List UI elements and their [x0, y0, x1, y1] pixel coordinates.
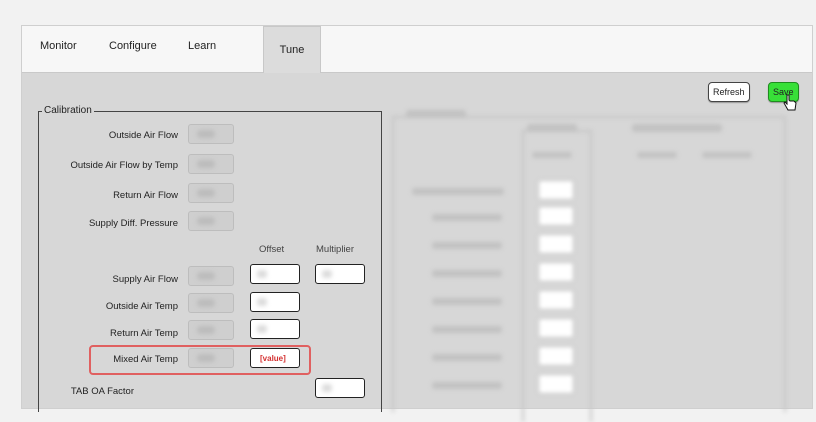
return-air-flow-value — [188, 183, 234, 203]
tab-learn[interactable]: Learn — [188, 40, 216, 52]
supply-diff-pressure-value — [188, 211, 234, 231]
outside-air-flow-value — [188, 124, 234, 144]
outside-air-flow-label: Outside Air Flow — [108, 130, 178, 141]
return-air-temp-offset-input[interactable] — [250, 319, 300, 339]
supply-air-flow-value — [188, 266, 234, 286]
supply-diff-pressure-label: Supply Diff. Pressure — [88, 218, 178, 229]
supply-air-flow-multiplier-input[interactable] — [315, 264, 365, 284]
tab-tune-label: Tune — [279, 44, 305, 56]
refresh-button[interactable]: Refresh — [708, 82, 750, 102]
supply-air-flow-label: Supply Air Flow — [112, 274, 178, 285]
mixed-air-temp-label: Mixed Air Temp — [113, 354, 178, 365]
tab-bar: Monitor Configure Learn Tune — [22, 26, 812, 73]
tab-oa-factor-label: TAB OA Factor — [70, 386, 134, 397]
mixed-air-temp-offset-value: [value] — [260, 354, 286, 363]
calibration-legend: Calibration — [42, 105, 94, 116]
offset-column-header: Offset — [259, 244, 285, 255]
return-air-flow-label: Return Air Flow — [113, 190, 178, 201]
tab-monitor[interactable]: Monitor — [40, 40, 77, 52]
tab-tune[interactable]: Tune — [263, 26, 321, 73]
outside-air-flow-by-temp-value — [188, 154, 234, 174]
return-air-temp-label: Return Air Temp — [110, 328, 178, 339]
tab-configure[interactable]: Configure — [109, 40, 157, 52]
multiplier-column-header: Multiplier — [316, 244, 355, 255]
return-air-temp-value — [188, 320, 234, 340]
outside-air-temp-value — [188, 293, 234, 313]
blurred-right-panel — [392, 110, 792, 422]
outside-air-temp-label: Outside Air Temp — [105, 301, 178, 312]
mixed-air-temp-value — [188, 348, 234, 368]
outside-air-flow-by-temp-label: Outside Air Flow by Temp — [70, 160, 178, 171]
supply-air-flow-offset-input[interactable] — [250, 264, 300, 284]
tab-oa-factor-input[interactable] — [315, 378, 365, 398]
outside-air-temp-offset-input[interactable] — [250, 292, 300, 312]
